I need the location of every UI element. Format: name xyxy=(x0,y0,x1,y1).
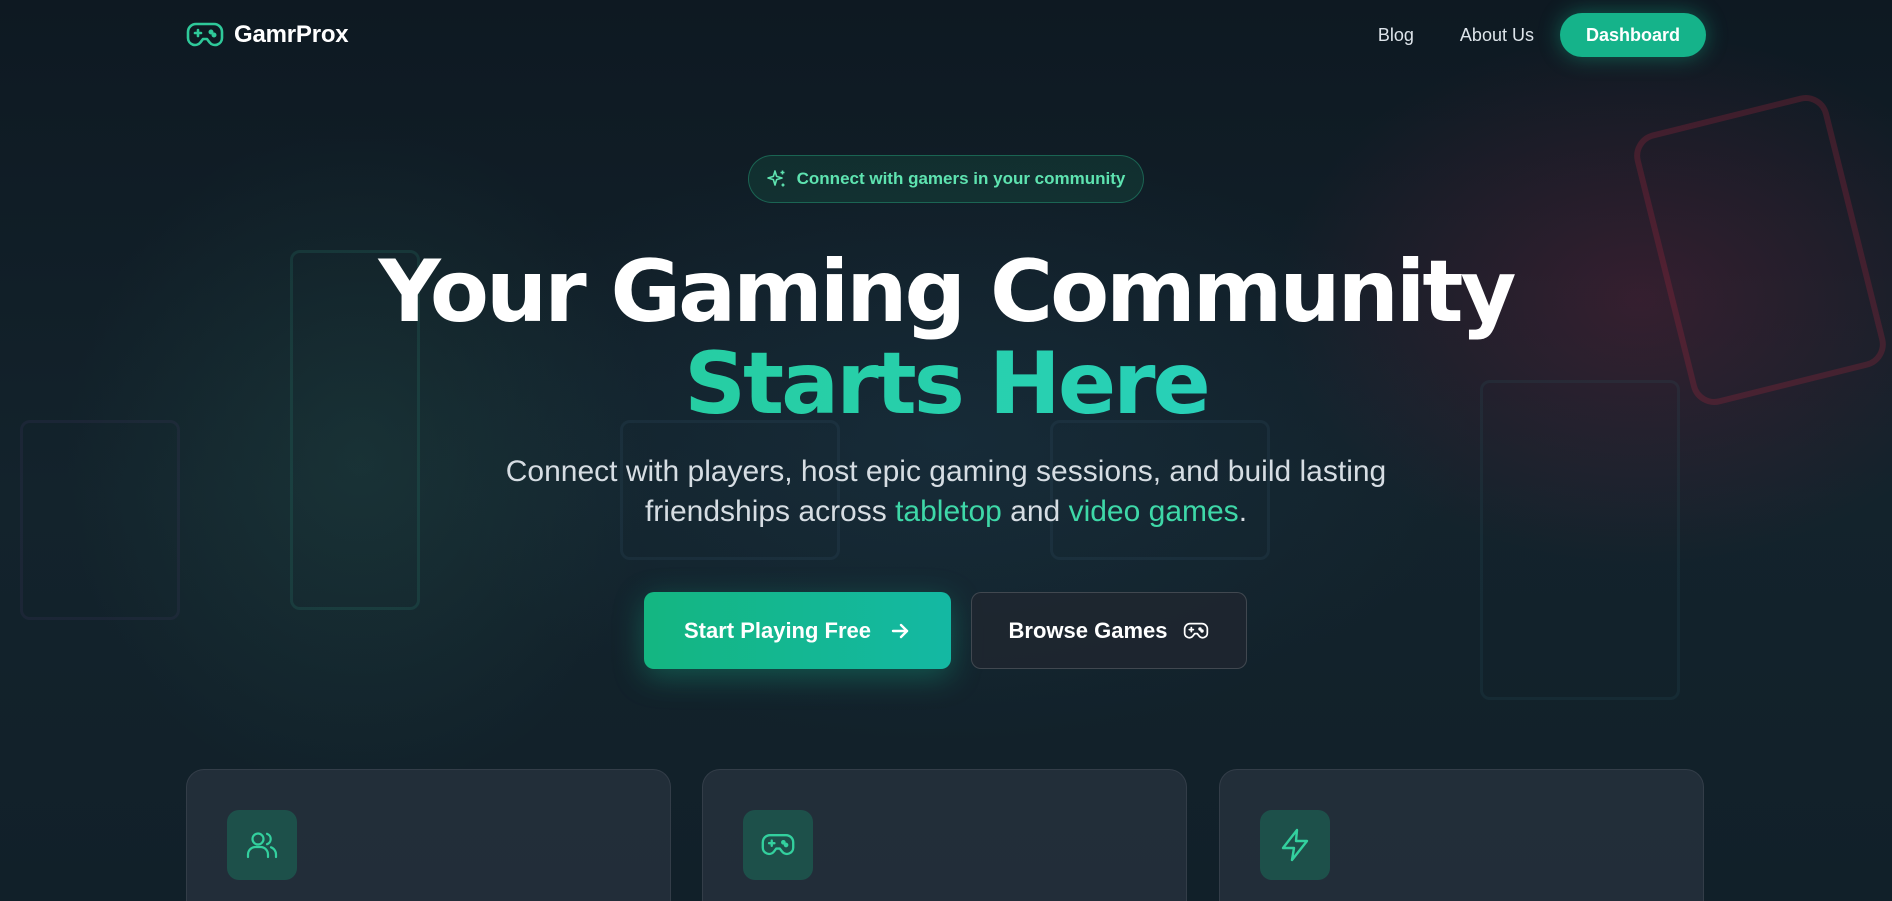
brand-name: GamrProx xyxy=(234,21,349,48)
subtitle-text: Connect with players, host epic gaming s… xyxy=(505,455,1387,488)
nav-link-blog[interactable]: Blog xyxy=(1378,25,1414,46)
gamepad-icon xyxy=(743,810,813,880)
feature-card xyxy=(702,769,1187,901)
nav-link-about-us[interactable]: About Us xyxy=(1460,25,1534,46)
lightning-icon xyxy=(1260,810,1330,880)
gamepad-icon xyxy=(1183,621,1209,641)
users-icon xyxy=(227,810,297,880)
nav-links: Blog About Us Dashboard xyxy=(1378,13,1706,57)
browse-games-button[interactable]: Browse Games xyxy=(971,592,1247,669)
hero-title-line2: Starts Here xyxy=(0,338,1892,430)
browse-games-label: Browse Games xyxy=(1008,617,1168,643)
hero-subtitle: Connect with players, host epic gaming s… xyxy=(0,452,1892,532)
hero-title-line1: Your Gaming Community xyxy=(378,242,1517,342)
gamepad-icon xyxy=(186,20,224,50)
highlight-tabletop: tabletop xyxy=(895,495,1002,528)
hero-background xyxy=(0,0,1892,901)
subtitle-text: and xyxy=(1001,495,1069,528)
feature-card xyxy=(186,769,671,901)
arrow-right-icon xyxy=(889,620,911,642)
top-navigation: GamrProx Blog About Us Dashboard xyxy=(0,0,1892,72)
feature-card xyxy=(1219,769,1704,901)
brand-logo[interactable]: GamrProx xyxy=(186,20,349,50)
subtitle-text: . xyxy=(1238,495,1248,528)
hero-title: Your Gaming Community Starts Here xyxy=(0,246,1892,430)
community-badge: Connect with gamers in your community xyxy=(748,155,1144,203)
highlight-video-games: video games xyxy=(1068,495,1239,528)
start-playing-free-button[interactable]: Start Playing Free xyxy=(644,592,951,669)
badge-text: Connect with gamers in your community xyxy=(796,169,1126,188)
hero-cta-group: Start Playing Free Browse Games xyxy=(644,592,1247,669)
sparkles-icon xyxy=(766,169,787,189)
subtitle-text: friendships across xyxy=(644,495,896,528)
dashboard-button[interactable]: Dashboard xyxy=(1559,13,1706,57)
start-playing-free-label: Start Playing Free xyxy=(683,617,872,643)
